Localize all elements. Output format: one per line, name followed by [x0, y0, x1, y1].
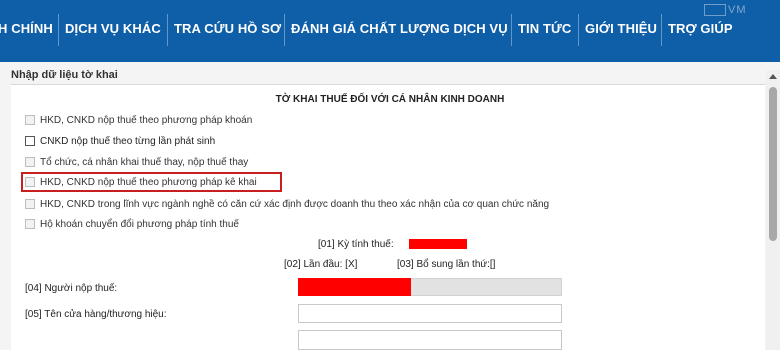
option-row-nganh-nghe: HKD, CNKD trong lĩnh vực ngành nghề có c… [25, 196, 549, 212]
scrollbar-thumb[interactable] [769, 87, 777, 241]
option-label: HKD, CNKD trong lĩnh vực ngành nghề có c… [40, 198, 550, 210]
option-row-chuyen-doi: Hộ khoán chuyển đổi phương pháp tính thu… [25, 216, 239, 232]
nav-separator [58, 14, 59, 46]
scroll-up-icon[interactable] [769, 74, 777, 79]
option-label: HKD, CNKD nộp thuế theo phương pháp khoá… [40, 114, 253, 126]
nav-item-tro-giup[interactable]: TRỢ GIÚP [668, 21, 733, 36]
tax-period-label: [01] Kỳ tính thuế: [318, 239, 394, 250]
taxpayer-label: [04] Người nộp thuế: [25, 283, 118, 294]
supplement-label: [03] Bổ sung lần thứ:[] [397, 259, 496, 270]
option-row-tung-lan-phat-sinh: CNKD nộp thuế theo từng lần phát sinh [25, 133, 215, 149]
nav-separator [578, 14, 579, 46]
option-checkbox-khoan[interactable] [25, 115, 35, 125]
nav-item-dich-vu-khac[interactable]: DỊCH VỤ KHÁC [65, 21, 161, 36]
nav-item-tin-tuc[interactable]: TIN TỨC [518, 21, 571, 36]
vertical-scrollbar[interactable] [766, 70, 780, 350]
nav-separator [284, 14, 285, 46]
watermark-logo: VM [704, 4, 776, 20]
option-label: Tổ chức, cá nhân khai thuế thay, nộp thu… [40, 156, 249, 168]
nav-item-hanh-chinh[interactable]: H CHÍNH [0, 21, 53, 36]
taxpayer-redacted [298, 278, 411, 296]
nav-separator [167, 14, 168, 46]
option-label: Hộ khoán chuyển đổi phương pháp tính thu… [40, 218, 239, 230]
nav-separator [661, 14, 662, 46]
option-checkbox-chuyen-doi[interactable] [25, 219, 35, 229]
option-checkbox-khai-thay[interactable] [25, 157, 35, 167]
option-label: HKD, CNKD nộp thuế theo phương pháp kê k… [40, 176, 257, 188]
nav-item-gioi-thieu[interactable]: GIỚI THIỆU [585, 21, 657, 36]
option-row-ke-khai: HKD, CNKD nộp thuế theo phương pháp kê k… [25, 174, 257, 190]
store-name-label: [05] Tên cửa hàng/thương hiệu: [25, 309, 167, 320]
form-title: TỜ KHAI THUẾ ĐỐI VỚI CÁ NHÂN KINH DOANH [275, 94, 505, 105]
option-checkbox-nganh-nghe[interactable] [25, 199, 35, 209]
store-name-input[interactable] [298, 304, 562, 323]
option-checkbox-ke-khai[interactable] [25, 177, 35, 187]
option-row-khoan: HKD, CNKD nộp thuế theo phương pháp khoá… [25, 112, 252, 128]
option-checkbox-tung-lan-phat-sinh[interactable] [25, 136, 35, 146]
top-navigation-bar: H CHÍNH DỊCH VỤ KHÁC TRA CỨU HỒ SƠ ĐÁNH … [0, 0, 780, 62]
next-field-input[interactable] [298, 330, 562, 350]
nav-item-tra-cuu-ho-so[interactable]: TRA CỨU HỒ SƠ [174, 21, 281, 36]
option-row-khai-thay: Tổ chức, cá nhân khai thuế thay, nộp thu… [25, 154, 248, 170]
first-time-label: [02] Lần đầu: [X] [284, 259, 358, 270]
option-label: CNKD nộp thuế theo từng lần phát sinh [40, 135, 216, 147]
tax-period-redacted [409, 239, 467, 249]
nav-separator [511, 14, 512, 46]
panel-header: Nhập dữ liệu tờ khai [11, 69, 118, 81]
nav-item-danh-gia-chat-luong[interactable]: ĐÁNH GIÁ CHẤT LƯỢNG DỊCH VỤ [291, 21, 508, 36]
